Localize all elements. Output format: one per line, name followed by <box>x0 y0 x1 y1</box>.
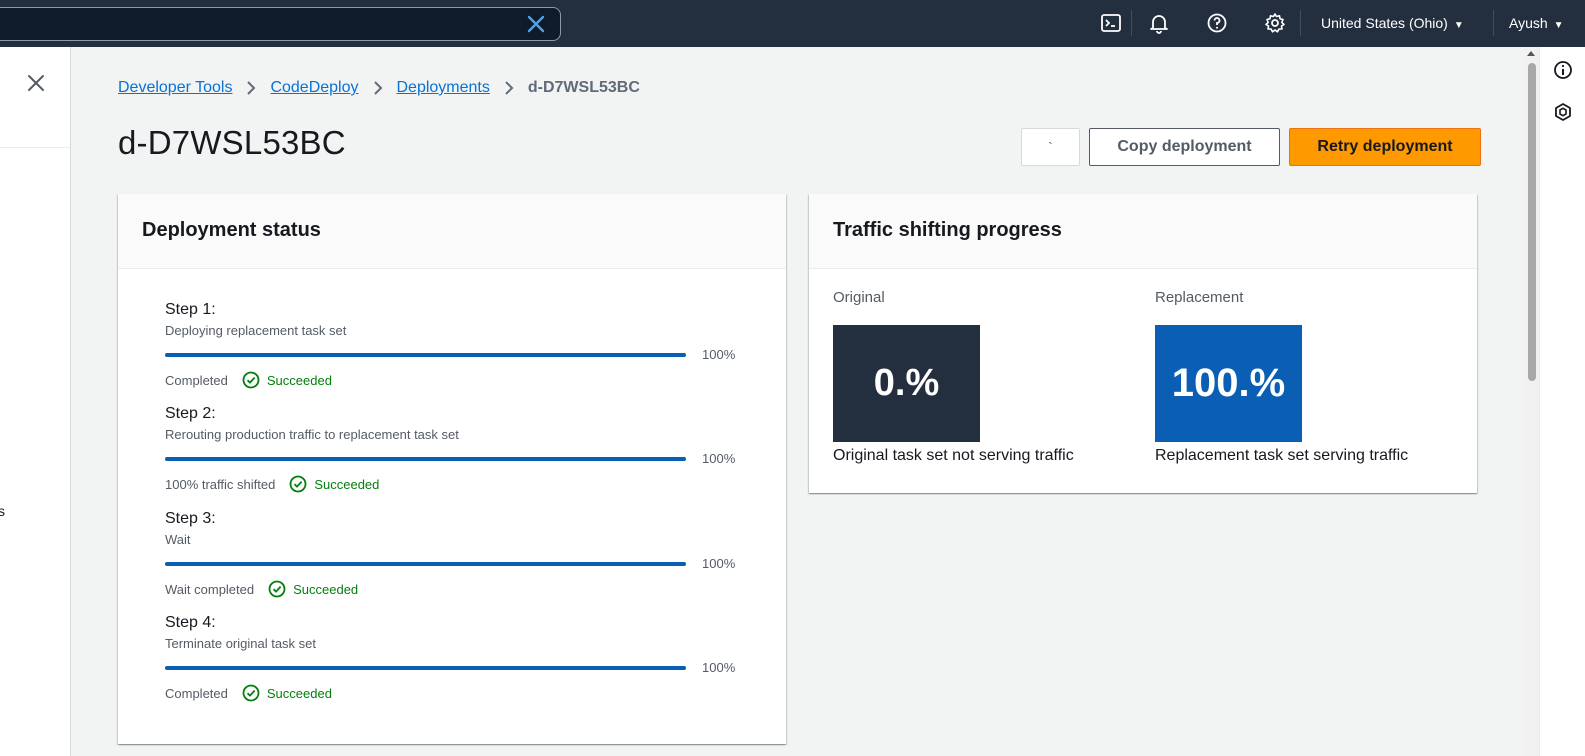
region-selector[interactable]: United States (Ohio) ▼ <box>1321 15 1464 31</box>
replacement-traffic-tile: 100.% <box>1155 325 1302 442</box>
step-status: Completed Succeeded <box>165 684 332 702</box>
status-result: Succeeded <box>314 476 380 492</box>
step-item: Step 3: Wait 100% Wait completed Succeed… <box>165 510 745 598</box>
close-icon[interactable] <box>27 74 45 92</box>
progress-percent: 100% <box>702 556 736 571</box>
status-result: Succeeded <box>266 372 332 388</box>
progress-bar <box>165 666 686 670</box>
success-check-icon <box>289 475 307 493</box>
scroll-thumb[interactable] <box>1528 63 1536 381</box>
progress-fill <box>165 562 686 566</box>
panel-title: Deployment status <box>142 219 321 241</box>
step-status: Wait completed Succeeded <box>165 580 358 598</box>
breadcrumb: Developer Tools CodeDeploy Deployments d… <box>118 79 640 97</box>
progress-bar <box>165 353 686 357</box>
deployment-status-panel: Deployment status Step 1: Deploying repl… <box>118 194 786 744</box>
chevron-right-icon <box>247 81 256 95</box>
step-title: Step 2: <box>165 405 216 422</box>
search-input[interactable] <box>0 7 561 41</box>
chevron-right-icon <box>505 81 514 95</box>
status-label: Completed <box>165 372 228 388</box>
progress-bar <box>165 457 686 461</box>
topbar-divider <box>1300 10 1301 36</box>
progress-percent: 100% <box>702 347 736 362</box>
step-status: 100% traffic shifted Succeeded <box>165 475 379 493</box>
topbar-divider <box>1131 10 1132 36</box>
step-description: Terminate original task set <box>165 636 317 651</box>
bell-icon[interactable] <box>1148 12 1170 34</box>
progress-fill <box>165 353 686 357</box>
progress-fill <box>165 457 686 461</box>
help-icon[interactable] <box>1206 12 1228 34</box>
amazon-q-icon[interactable] <box>1553 102 1573 122</box>
breadcrumb-deployments[interactable]: Deployments <box>397 79 490 97</box>
breadcrumb-developer-tools[interactable]: Developer Tools <box>118 79 232 97</box>
step-description: Rerouting production traffic to replacem… <box>165 427 459 442</box>
progress-fill <box>165 666 686 670</box>
progress-percent: 100% <box>702 451 736 466</box>
caret-down-icon: ▼ <box>1453 20 1464 31</box>
traffic-shifting-panel: Traffic shifting progress Original 0.% O… <box>809 194 1477 493</box>
right-tools-rail <box>1539 47 1585 756</box>
actions-button[interactable]: ` <box>1021 128 1080 166</box>
chevron-right-icon <box>373 81 382 95</box>
progress-bar <box>165 562 686 566</box>
topbar-divider <box>1493 10 1494 36</box>
original-traffic-value: 0.% <box>873 362 940 404</box>
replacement-traffic-value: 100.% <box>1171 361 1286 405</box>
replacement-caption: Replacement task set serving traffic <box>1155 447 1409 464</box>
step-title: Step 3: <box>165 510 216 527</box>
status-result: Succeeded <box>266 685 332 701</box>
nav-item-fragment[interactable]: s <box>0 503 5 519</box>
success-check-icon <box>242 371 260 389</box>
breadcrumb-current: d-D7WSL53BC <box>527 79 640 96</box>
step-item: Step 2: Rerouting production traffic to … <box>165 405 745 493</box>
original-caption: Original task set not serving traffic <box>833 447 1074 464</box>
step-item: Step 4: Terminate original task set 100%… <box>165 614 745 702</box>
page-title: d-D7WSL53BC <box>118 124 346 161</box>
retry-deployment-button[interactable]: Retry deployment <box>1289 128 1481 166</box>
gear-icon[interactable] <box>1264 12 1286 34</box>
breadcrumb-codedeploy[interactable]: CodeDeploy <box>270 79 358 97</box>
step-status: Completed Succeeded <box>165 371 332 389</box>
clear-search-icon[interactable] <box>526 14 546 34</box>
region-label: United States (Ohio) <box>1321 15 1448 31</box>
user-name: Ayush <box>1509 15 1548 31</box>
caret-down-icon: ▼ <box>1553 20 1564 31</box>
side-navigation: s <box>0 47 71 756</box>
step-title: Step 1: <box>165 301 216 318</box>
info-icon[interactable] <box>1553 60 1573 80</box>
scroll-up-icon[interactable] <box>1527 51 1535 56</box>
success-check-icon <box>242 684 260 702</box>
panel-header: Traffic shifting progress <box>809 194 1477 269</box>
step-description: Wait <box>165 532 191 547</box>
panel-title: Traffic shifting progress <box>833 219 1062 241</box>
status-label: Wait completed <box>165 581 255 597</box>
account-menu[interactable]: Ayush ▼ <box>1509 15 1564 31</box>
cloudshell-icon[interactable] <box>1100 12 1122 34</box>
original-label: Original <box>833 289 885 306</box>
replacement-label: Replacement <box>1155 289 1244 306</box>
step-description: Deploying replacement task set <box>165 323 347 338</box>
success-check-icon <box>268 580 286 598</box>
top-navigation-bar: United States (Ohio) ▼ Ayush ▼ <box>0 0 1585 47</box>
panel-header: Deployment status <box>118 194 786 269</box>
original-traffic-tile: 0.% <box>833 325 980 442</box>
status-label: Completed <box>165 685 228 701</box>
copy-deployment-button[interactable]: Copy deployment <box>1089 128 1280 166</box>
step-title: Step 4: <box>165 614 216 631</box>
step-item: Step 1: Deploying replacement task set 1… <box>165 301 745 389</box>
page-scrollbar[interactable] <box>1524 47 1539 756</box>
progress-percent: 100% <box>702 660 736 675</box>
nav-divider <box>0 147 70 148</box>
status-result: Succeeded <box>293 581 359 597</box>
status-label: 100% traffic shifted <box>165 476 276 492</box>
